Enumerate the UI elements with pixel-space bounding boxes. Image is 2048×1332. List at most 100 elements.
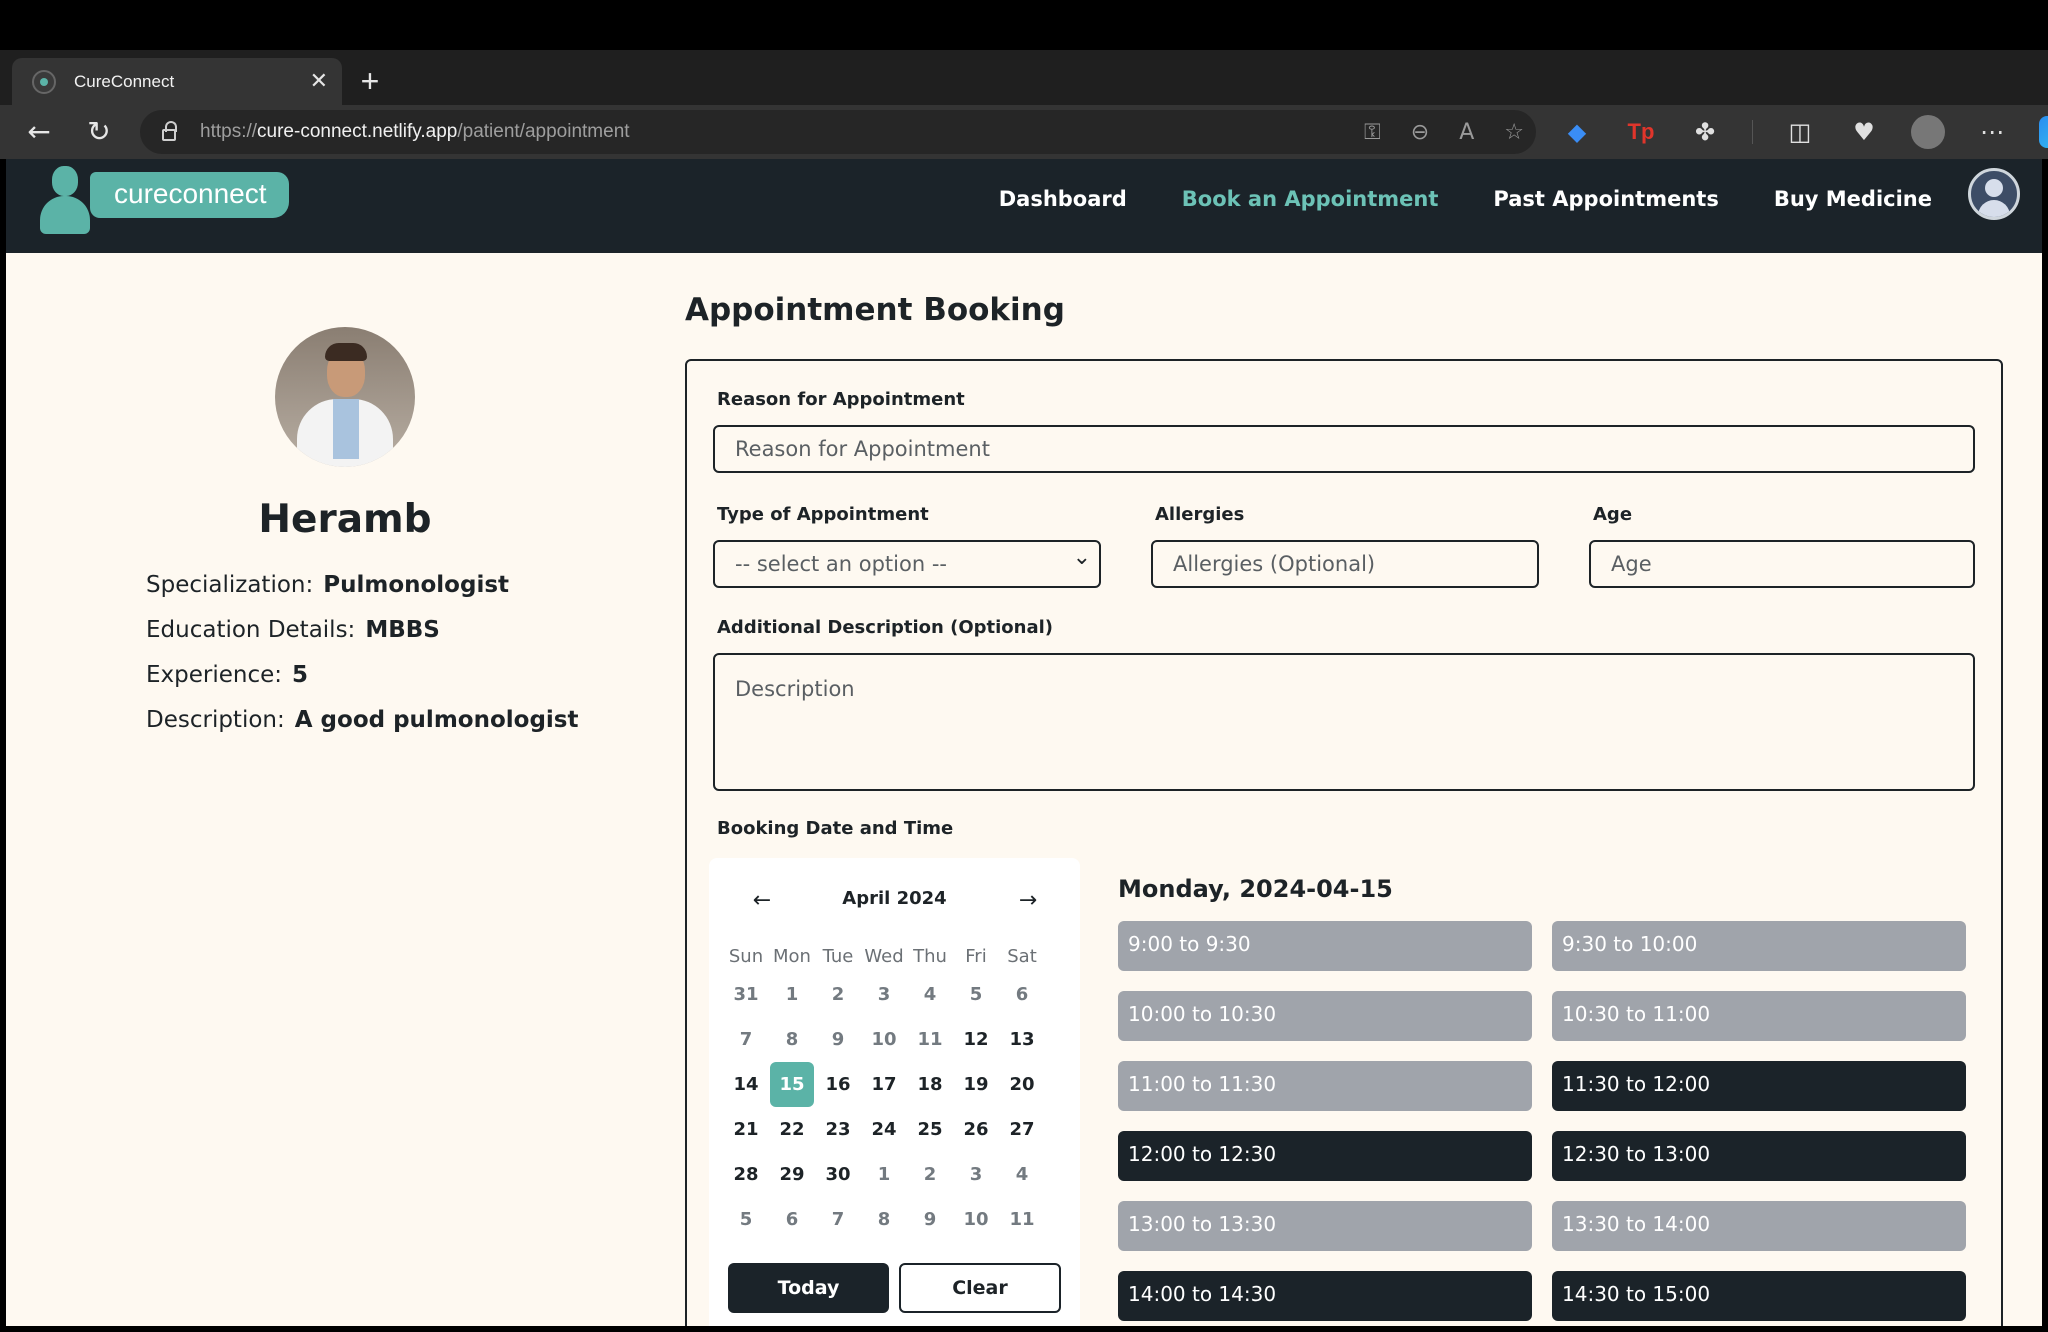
calendar-day[interactable]: 16 <box>815 1062 861 1107</box>
calendar-day[interactable]: 1 <box>861 1152 907 1197</box>
calendar-day[interactable]: 20 <box>999 1062 1045 1107</box>
back-icon[interactable]: ← <box>22 115 56 149</box>
description-label: Additional Description (Optional) <box>717 617 1054 638</box>
clear-button[interactable]: Clear <box>899 1263 1061 1313</box>
calendar-day[interactable]: 3 <box>861 972 907 1017</box>
calendar-day[interactable]: 5 <box>723 1197 769 1242</box>
time-slot[interactable]: 14:30 to 15:00 <box>1552 1271 1966 1321</box>
user-avatar-icon[interactable] <box>1968 168 2020 220</box>
calendar-day[interactable]: 14 <box>723 1062 769 1107</box>
calendar-day[interactable]: 19 <box>953 1062 999 1107</box>
booking-form: Reason for Appointment Reason for Appoin… <box>685 359 2003 1326</box>
time-slot[interactable]: 11:30 to 12:00 <box>1552 1061 1966 1111</box>
calendar-grid: Sun Mon Tue Wed Thu Fri Sat 31 1 2 3 4 5 6 7 8 9 10 11 12 13… <box>723 942 1045 1242</box>
age-input[interactable]: Age <box>1589 540 1975 588</box>
calendar-day[interactable]: 23 <box>815 1107 861 1152</box>
calendar-day[interactable]: 9 <box>907 1197 953 1242</box>
weekday-label: Sun <box>728 946 764 967</box>
reload-icon[interactable]: ↻ <box>82 115 116 149</box>
copilot-icon[interactable] <box>2039 116 2048 148</box>
close-tab-icon[interactable]: ✕ <box>310 70 328 93</box>
read-aloud-icon[interactable]: A <box>1459 120 1474 145</box>
calendar-day[interactable]: 7 <box>723 1017 769 1062</box>
calendar-day[interactable]: 2 <box>815 972 861 1017</box>
calendar-day[interactable]: 4 <box>999 1152 1045 1197</box>
calendar-day[interactable]: 24 <box>861 1107 907 1152</box>
calendar-day[interactable]: 28 <box>723 1152 769 1197</box>
gem-extension-icon[interactable]: ◆ <box>1560 115 1594 149</box>
nav-link-dashboard[interactable]: Dashboard <box>999 187 1127 211</box>
doctor-name: Heramb <box>258 497 432 542</box>
calendar-day[interactable]: 10 <box>953 1197 999 1242</box>
time-slot[interactable]: 12:00 to 12:30 <box>1118 1131 1532 1181</box>
calendar-day[interactable]: 2 <box>907 1152 953 1197</box>
calendar-day[interactable]: 25 <box>907 1107 953 1152</box>
extensions-puzzle-icon[interactable]: ✤ <box>1688 115 1722 149</box>
more-menu-icon[interactable]: ⋯ <box>1975 115 2009 149</box>
url-text: https://cure-connect.netlify.app/patient… <box>200 121 630 142</box>
time-slot[interactable]: 13:30 to 14:00 <box>1552 1201 1966 1251</box>
calendar-day[interactable]: 11 <box>999 1197 1045 1242</box>
zoom-out-icon[interactable]: ⊖ <box>1411 120 1429 145</box>
calendar-day[interactable]: 22 <box>769 1107 815 1152</box>
calendar-day[interactable]: 31 <box>723 972 769 1017</box>
calendar-day[interactable]: 6 <box>999 972 1045 1017</box>
calendar-day[interactable]: 30 <box>815 1152 861 1197</box>
tp-extension-icon[interactable]: Tp <box>1624 115 1658 149</box>
weekday-label: Fri <box>965 946 987 967</box>
calendar-day[interactable]: 18 <box>907 1062 953 1107</box>
allergies-input[interactable]: Allergies (Optional) <box>1151 540 1539 588</box>
cureconnect-logo[interactable]: cureconnect <box>36 164 289 236</box>
calendar-day[interactable]: 15 <box>770 1062 814 1107</box>
calendar-day[interactable]: 10 <box>861 1017 907 1062</box>
browser-tab[interactable]: CureConnect ✕ <box>12 58 342 105</box>
calendar-day[interactable]: 27 <box>999 1107 1045 1152</box>
doctor-experience: Experience: 5 <box>146 662 309 688</box>
calendar-day[interactable]: 13 <box>999 1017 1045 1062</box>
time-slot[interactable]: 9:00 to 9:30 <box>1118 921 1532 971</box>
description-textarea[interactable]: Description <box>713 653 1975 791</box>
time-slot[interactable]: 14:00 to 14:30 <box>1118 1271 1532 1321</box>
nav-link-past-appointments[interactable]: Past Appointments <box>1493 187 1718 211</box>
address-bar[interactable]: https://cure-connect.netlify.app/patient… <box>140 110 1536 154</box>
calendar-day[interactable]: 3 <box>953 1152 999 1197</box>
calendar-day[interactable]: 4 <box>907 972 953 1017</box>
calendar-day[interactable]: 7 <box>815 1197 861 1242</box>
calendar-day[interactable]: 8 <box>861 1197 907 1242</box>
health-heart-icon[interactable]: ♥ <box>1847 115 1881 149</box>
calendar-day[interactable]: 12 <box>953 1017 999 1062</box>
calendar-day[interactable]: 11 <box>907 1017 953 1062</box>
time-slot[interactable]: 10:00 to 10:30 <box>1118 991 1532 1041</box>
favorite-star-icon[interactable]: ☆ <box>1504 120 1524 145</box>
key-icon[interactable]: ⚿ <box>1364 120 1381 145</box>
calendar-day[interactable]: 6 <box>769 1197 815 1242</box>
time-slot[interactable]: 13:00 to 13:30 <box>1118 1201 1532 1251</box>
today-button[interactable]: Today <box>728 1263 889 1313</box>
calendar-day[interactable]: 21 <box>723 1107 769 1152</box>
next-month-icon[interactable]: → <box>1013 886 1043 916</box>
nav-link-book-appointment[interactable]: Book an Appointment <box>1182 187 1439 211</box>
doctor-education: Education Details: MBBS <box>146 617 440 643</box>
reason-input[interactable]: Reason for Appointment <box>713 425 1975 473</box>
calendar-day[interactable]: 17 <box>861 1062 907 1107</box>
split-screen-icon[interactable]: ◫ <box>1783 115 1817 149</box>
time-slot[interactable]: 10:30 to 11:00 <box>1552 991 1966 1041</box>
time-slot[interactable]: 9:30 to 10:00 <box>1552 921 1966 971</box>
appointment-type-select[interactable]: -- select an option -- <box>713 536 1101 588</box>
calendar-day[interactable]: 29 <box>769 1152 815 1197</box>
nav-link-buy-medicine[interactable]: Buy Medicine <box>1774 187 1932 211</box>
nav-links: Dashboard Book an Appointment Past Appoi… <box>999 159 1932 239</box>
calendar-day[interactable]: 8 <box>769 1017 815 1062</box>
calendar-day[interactable]: 5 <box>953 972 999 1017</box>
browser-profile-avatar[interactable] <box>1911 115 1945 149</box>
calendar-day[interactable]: 9 <box>815 1017 861 1062</box>
tab-title: CureConnect <box>74 71 175 91</box>
calendar-day[interactable]: 1 <box>769 972 815 1017</box>
new-tab-icon[interactable]: + <box>352 64 388 100</box>
calendar-week: 5 6 7 8 9 10 11 <box>723 1197 1045 1242</box>
time-slot[interactable]: 12:30 to 13:00 <box>1552 1131 1966 1181</box>
time-slot[interactable]: 11:00 to 11:30 <box>1118 1061 1532 1111</box>
calendar-week: 21 22 23 24 25 26 27 <box>723 1107 1045 1152</box>
booking-datetime-label: Booking Date and Time <box>717 818 954 839</box>
calendar-day[interactable]: 26 <box>953 1107 999 1152</box>
